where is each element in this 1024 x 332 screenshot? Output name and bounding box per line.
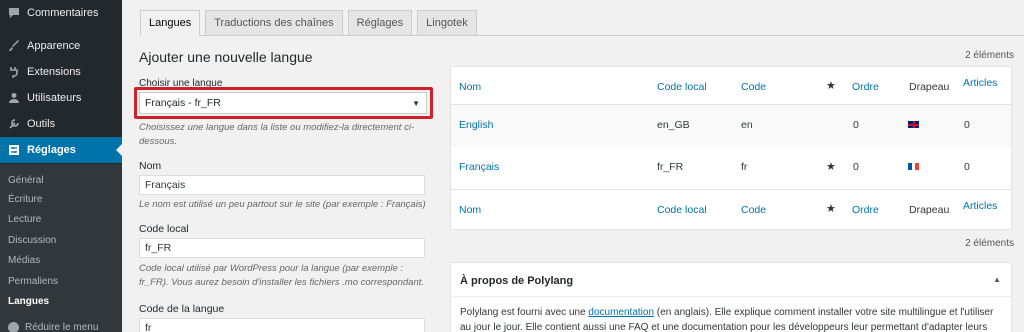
col-footer-locale[interactable]: Code local	[657, 204, 707, 216]
collapse-label: Réduire le menu	[25, 322, 99, 332]
submenu-writing[interactable]: Écriture	[8, 194, 42, 205]
language-code-label: Code de la langue	[139, 303, 225, 315]
submenu-discussion[interactable]: Discussion	[8, 235, 56, 246]
comment-icon	[7, 6, 21, 20]
tab-settings[interactable]: Réglages	[347, 10, 413, 35]
tab-string-translations[interactable]: Traductions des chaînes	[205, 10, 343, 35]
menu-label: Réglages	[27, 144, 76, 156]
submenu-general[interactable]: Général	[8, 175, 44, 186]
language-articles: 0	[964, 161, 970, 173]
submenu-reading[interactable]: Lecture	[8, 214, 41, 225]
language-select-value: Français - fr_FR	[145, 97, 221, 109]
col-footer-order[interactable]: Ordre	[852, 204, 879, 216]
name-label: Nom	[139, 160, 162, 172]
col-header-articles[interactable]: Articles	[963, 77, 997, 89]
language-name-link[interactable]: Français	[459, 161, 499, 173]
item-count-top: 2 éléments	[965, 50, 1014, 61]
menu-item-users[interactable]: Utilisateurs	[0, 85, 122, 111]
collapse-toggle-icon[interactable]: ▲	[993, 275, 1001, 284]
flag-gb-icon	[908, 121, 919, 128]
flag-fr-icon	[908, 163, 920, 170]
name-input[interactable]: Français	[139, 175, 425, 195]
submenu-languages[interactable]: Langues	[8, 296, 49, 307]
col-footer-articles[interactable]: Articles	[963, 200, 997, 212]
choose-language-desc: Choisissez une langue dans la liste ou m…	[139, 122, 415, 147]
locale-input[interactable]: fr_FR	[139, 238, 425, 258]
col-footer-flag: Drapeau	[909, 204, 950, 216]
menu-label: Apparence	[27, 40, 81, 52]
language-locale: fr_FR	[657, 161, 684, 173]
default-language-star-icon: ★	[826, 161, 836, 173]
menu-item-appearance[interactable]: Apparence	[0, 33, 122, 59]
star-icon: ★	[826, 80, 836, 92]
about-text: Polylang est fourni avec une documentati…	[460, 305, 1005, 332]
about-text-start: Polylang est fourni avec une	[460, 307, 589, 318]
language-select[interactable]: Français - fr_FR ▼	[139, 92, 427, 114]
menu-label: Utilisateurs	[27, 92, 82, 104]
menu-item-tools[interactable]: Outils	[0, 111, 122, 137]
collapse-icon	[8, 322, 19, 332]
admin-sidebar: Commentaires Apparence Extensions Utilis…	[0, 0, 122, 332]
language-code: fr	[741, 161, 748, 173]
brush-icon	[7, 39, 21, 53]
col-header-name[interactable]: Nom	[459, 81, 481, 93]
wrench-icon	[7, 117, 21, 131]
col-footer-name[interactable]: Nom	[459, 204, 481, 216]
about-title: À propos de Polylang	[460, 275, 574, 287]
language-locale: en_GB	[657, 119, 690, 131]
col-footer-code[interactable]: Code	[741, 204, 766, 216]
user-icon	[7, 91, 21, 105]
tab-languages[interactable]: Langues	[140, 10, 201, 36]
menu-item-extensions[interactable]: Extensions	[0, 59, 122, 85]
item-count-bottom: 2 éléments	[965, 238, 1014, 249]
col-header-order[interactable]: Ordre	[852, 81, 879, 93]
menu-item-comments[interactable]: Commentaires	[0, 0, 122, 26]
documentation-link[interactable]: documentation	[588, 307, 654, 318]
name-desc: Le nom est utilisé un peu partout sur le…	[139, 199, 426, 210]
submenu-media[interactable]: Médias	[8, 255, 40, 266]
add-language-heading: Ajouter une nouvelle langue	[139, 49, 313, 65]
settings-submenu: Général Écriture Lecture Discussion Médi…	[0, 164, 122, 332]
footer-divider	[451, 189, 1011, 190]
menu-label: Commentaires	[27, 7, 99, 19]
language-name-link[interactable]: English	[459, 119, 493, 131]
language-order: 0	[853, 119, 859, 131]
language-articles: 0	[964, 119, 970, 131]
col-header-flag: Drapeau	[909, 81, 950, 93]
language-order: 0	[853, 161, 859, 173]
locale-desc: Code local utilisé par WordPress pour la…	[139, 263, 425, 288]
col-header-locale[interactable]: Code local	[657, 81, 707, 93]
menu-label: Extensions	[27, 66, 81, 78]
locale-label: Code local	[139, 223, 189, 235]
about-divider	[451, 296, 1011, 297]
star-icon: ★	[826, 203, 836, 215]
col-header-code[interactable]: Code	[741, 81, 766, 93]
menu-item-settings[interactable]: Réglages	[0, 137, 122, 163]
table-row: English en_GB en 0 0	[451, 105, 1011, 147]
language-code-input[interactable]: fr	[139, 318, 425, 332]
plugin-icon	[7, 65, 21, 79]
table-row: Français fr_FR fr ★ 0 0	[451, 147, 1011, 189]
languages-table: Nom Code local Code ★ Ordre Drapeau Arti…	[450, 66, 1012, 230]
menu-label: Outils	[27, 118, 56, 130]
collapse-menu-button[interactable]: Réduire le menu	[8, 322, 98, 332]
tab-lingotek[interactable]: Lingotek	[417, 10, 477, 35]
chevron-down-icon: ▼	[412, 98, 420, 108]
about-polylang-box: À propos de Polylang ▲ Polylang est four…	[450, 262, 1012, 332]
submenu-permalinks[interactable]: Permaliens	[8, 276, 58, 287]
nav-tabs: Langues Traductions des chaînes Réglages…	[140, 10, 482, 36]
language-code: en	[741, 119, 753, 131]
settings-icon	[7, 143, 21, 157]
